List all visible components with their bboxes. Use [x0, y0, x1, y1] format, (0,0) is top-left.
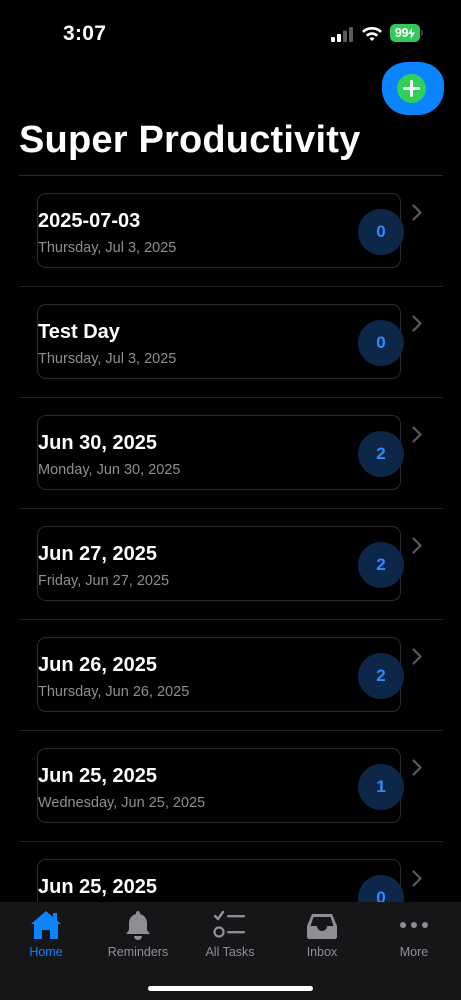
chevron-right-icon — [412, 204, 422, 221]
checklist-icon — [213, 910, 245, 938]
day-row[interactable]: Test Day Thursday, Jul 3, 2025 0 — [19, 287, 443, 398]
day-card[interactable]: Jun 26, 2025 Thursday, Jun 26, 2025 2 — [37, 637, 404, 712]
day-card[interactable]: Jun 27, 2025 Friday, Jun 27, 2025 2 — [37, 526, 404, 601]
tab-label-inbox: Inbox — [306, 945, 338, 959]
battery-indicator: 99 — [390, 24, 420, 42]
cellular-signal-icon — [331, 27, 353, 42]
day-row[interactable]: Jun 26, 2025 Thursday, Jun 26, 2025 2 — [19, 620, 443, 731]
day-date-subtitle: Monday, Jun 30, 2025 — [38, 462, 181, 478]
day-card[interactable]: Test Day Thursday, Jul 3, 2025 0 — [37, 304, 404, 379]
day-date-subtitle: Friday, Jun 27, 2025 — [38, 573, 170, 589]
task-count-badge: 2 — [358, 431, 404, 477]
add-day-button[interactable] — [382, 62, 444, 115]
tab-label-all-tasks: All Tasks — [205, 945, 255, 959]
status-bar: 3:07 99 — [0, 0, 461, 62]
day-row[interactable]: Jun 27, 2025 Friday, Jun 27, 2025 2 — [19, 509, 443, 620]
house-icon — [31, 911, 61, 939]
battery-level: 99 — [394, 26, 409, 40]
tab-home[interactable]: Home — [0, 908, 92, 968]
battery-cap — [421, 30, 423, 36]
bell-icon — [126, 911, 150, 940]
day-card[interactable]: Jun 30, 2025 Monday, Jun 30, 2025 2 — [37, 415, 404, 490]
day-card[interactable]: Jun 25, 2025 Wednesday, Jun 25, 2025 1 — [37, 748, 404, 823]
task-count-badge: 2 — [358, 542, 404, 588]
day-date-subtitle: Thursday, Jul 3, 2025 — [38, 351, 177, 367]
tab-label-more: More — [399, 945, 429, 959]
ellipsis-icon — [400, 922, 428, 928]
day-title: 2025-07-03 — [38, 210, 141, 232]
chevron-right-icon — [412, 759, 422, 776]
charging-bolt-icon — [408, 27, 416, 39]
task-count-badge: 1 — [358, 764, 404, 810]
day-date-subtitle: Wednesday, Jun 25, 2025 — [38, 795, 206, 811]
day-title: Jun 30, 2025 — [38, 432, 157, 454]
tab-inbox[interactable]: Inbox — [276, 908, 368, 968]
task-count-badge: 2 — [358, 653, 404, 699]
day-card[interactable]: Jun 25, 2025 0 — [37, 859, 404, 902]
day-title: Jun 25, 2025 — [38, 765, 157, 787]
tray-icon — [307, 914, 337, 939]
task-count-badge: 0 — [358, 320, 404, 366]
status-time: 3:07 — [63, 22, 107, 45]
chevron-right-icon — [412, 870, 422, 887]
tab-more[interactable]: More — [368, 908, 460, 968]
chevron-right-icon — [412, 426, 422, 443]
tab-all-tasks[interactable]: All Tasks — [184, 908, 276, 968]
day-title: Jun 27, 2025 — [38, 543, 157, 565]
day-row[interactable]: Jun 30, 2025 Monday, Jun 30, 2025 2 — [19, 398, 443, 509]
day-row[interactable]: Jun 25, 2025 Wednesday, Jun 25, 2025 1 — [19, 731, 443, 842]
task-count-badge: 0 — [358, 875, 404, 902]
day-title: Test Day — [38, 321, 120, 343]
day-row[interactable]: Jun 25, 2025 0 — [19, 842, 443, 902]
day-date-subtitle: Thursday, Jul 3, 2025 — [38, 240, 177, 256]
day-title: Jun 26, 2025 — [38, 654, 157, 676]
home-indicator — [148, 986, 313, 991]
app-screen: 3:07 99 Super Productivity 2025-07-03 Thu… — [0, 0, 461, 1000]
day-row[interactable]: 2025-07-03 Thursday, Jul 3, 2025 0 — [19, 176, 443, 287]
chevron-right-icon — [412, 648, 422, 665]
day-date-subtitle: Thursday, Jun 26, 2025 — [38, 684, 190, 700]
chevron-right-icon — [412, 315, 422, 332]
day-card[interactable]: 2025-07-03 Thursday, Jul 3, 2025 0 — [37, 193, 404, 268]
day-title: Jun 25, 2025 — [38, 876, 157, 898]
tab-label-home: Home — [29, 945, 63, 959]
chevron-right-icon — [412, 537, 422, 554]
page-title: Super Productivity — [19, 119, 361, 161]
plus-icon — [397, 74, 426, 103]
day-list[interactable]: 2025-07-03 Thursday, Jul 3, 2025 0 Test Day… — [0, 176, 461, 902]
wifi-icon — [362, 27, 382, 41]
tab-label-reminders: Reminders — [107, 945, 169, 959]
task-count-badge: 0 — [358, 209, 404, 255]
tab-reminders[interactable]: Reminders — [92, 908, 184, 968]
